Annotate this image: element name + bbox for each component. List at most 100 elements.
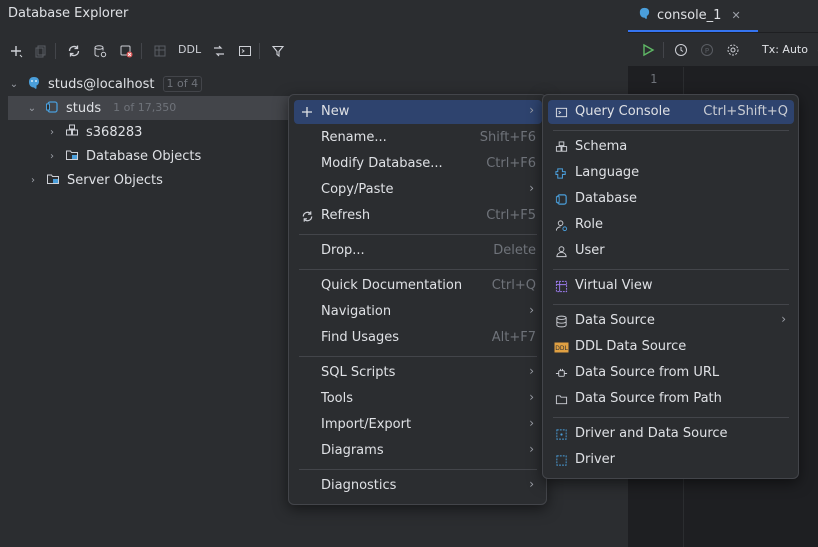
editor-tab-bar: console_1 ✕ bbox=[628, 0, 818, 33]
menu-item-tools[interactable]: Tools › bbox=[294, 387, 542, 411]
chevron-right-icon[interactable]: › bbox=[46, 127, 58, 138]
folder-icon bbox=[45, 172, 61, 189]
menu-item-new[interactable]: New › bbox=[294, 100, 542, 124]
tab-console[interactable]: console_1 ✕ bbox=[628, 0, 751, 30]
new-submenu: Query Console Ctrl+Shift+Q Schema Langua… bbox=[542, 94, 799, 479]
tree-node-schema[interactable]: › s368283 bbox=[0, 120, 290, 144]
user-icon bbox=[553, 243, 569, 259]
tree-node-data-source[interactable]: ⌄ studs@localhost 1 of 4 bbox=[0, 72, 300, 96]
menu-item-diagrams[interactable]: Diagrams › bbox=[294, 439, 542, 463]
console-icon bbox=[553, 104, 569, 120]
add-icon[interactable] bbox=[5, 40, 27, 62]
submenu-item-virtual-view[interactable]: Virtual View bbox=[548, 274, 794, 298]
tree-node-label: Server Objects bbox=[67, 172, 163, 188]
menu-item-sql-scripts[interactable]: SQL Scripts › bbox=[294, 361, 542, 385]
svg-text:DDL: DDL bbox=[555, 345, 568, 352]
chevron-right-icon: › bbox=[529, 103, 534, 117]
data-source-icon bbox=[553, 313, 569, 329]
explorer-toolbar: DDL bbox=[0, 40, 628, 62]
chevron-right-icon: › bbox=[529, 477, 534, 491]
role-icon bbox=[553, 217, 569, 233]
virtual-view-icon bbox=[553, 278, 569, 294]
tree-node-server-objects[interactable]: › Server Objects bbox=[0, 168, 290, 192]
language-icon bbox=[553, 165, 569, 181]
submenu-item-language[interactable]: Language bbox=[548, 161, 794, 185]
submenu-item-database[interactable]: Database bbox=[548, 187, 794, 211]
transaction-mode-label: Tx: Auto bbox=[762, 43, 808, 56]
menu-item-quick-documentation[interactable]: Quick Documentation Ctrl+Q bbox=[294, 274, 542, 298]
folder-icon bbox=[553, 391, 569, 407]
menu-item-copy-paste[interactable]: Copy/Paste › bbox=[294, 178, 542, 202]
submenu-item-data-source-from-url[interactable]: Data Source from URL bbox=[548, 361, 794, 385]
menu-separator bbox=[299, 269, 537, 270]
chevron-down-icon[interactable]: ⌄ bbox=[26, 103, 38, 114]
submenu-item-user[interactable]: User bbox=[548, 239, 794, 263]
menu-separator bbox=[299, 469, 537, 470]
menu-item-navigation[interactable]: Navigation › bbox=[294, 300, 542, 324]
refresh-icon[interactable] bbox=[63, 40, 85, 62]
tab-label: console_1 bbox=[657, 7, 722, 23]
filter-icon[interactable] bbox=[267, 40, 289, 62]
submenu-item-schema[interactable]: Schema bbox=[548, 135, 794, 159]
menu-separator bbox=[299, 234, 537, 235]
table-icon[interactable] bbox=[149, 40, 171, 62]
panel-title: Database Explorer bbox=[8, 6, 129, 21]
tree-node-label: studs bbox=[66, 100, 102, 116]
database-icon bbox=[44, 100, 60, 117]
data-source-properties-icon[interactable] bbox=[89, 40, 111, 62]
menu-item-refresh[interactable]: Refresh Ctrl+F5 bbox=[294, 204, 542, 228]
chevron-right-icon: › bbox=[529, 416, 534, 430]
schema-icon bbox=[553, 139, 569, 155]
menu-separator bbox=[553, 304, 789, 305]
menu-separator bbox=[553, 269, 789, 270]
transaction-mode-dropdown[interactable]: Tx: Auto ⌄ bbox=[762, 43, 818, 56]
submenu-item-data-source-from-path[interactable]: Data Source from Path bbox=[548, 387, 794, 411]
chevron-right-icon: › bbox=[529, 442, 534, 456]
submenu-item-data-source[interactable]: Data Source › bbox=[548, 309, 794, 333]
count-badge: 1 of 4 bbox=[162, 76, 203, 92]
menu-item-drop[interactable]: Drop... Delete bbox=[294, 239, 542, 263]
menu-item-import-export[interactable]: Import/Export › bbox=[294, 413, 542, 437]
tree-node-label: Database Objects bbox=[86, 148, 202, 164]
chevron-right-icon[interactable]: › bbox=[27, 175, 39, 186]
ddl-button[interactable]: DDL bbox=[178, 43, 201, 56]
submenu-item-ddl-data-source[interactable]: DDL DDL Data Source bbox=[548, 335, 794, 359]
menu-item-diagnostics[interactable]: Diagnostics › bbox=[294, 474, 542, 498]
menu-separator bbox=[553, 130, 789, 131]
console-icon[interactable] bbox=[234, 40, 256, 62]
jump-to-query-console-icon[interactable] bbox=[208, 40, 230, 62]
plus-icon bbox=[299, 104, 315, 120]
submenu-item-driver[interactable]: Driver bbox=[548, 448, 794, 472]
disconnect-icon[interactable] bbox=[115, 40, 137, 62]
chevron-right-icon: › bbox=[529, 390, 534, 404]
tree-node-label: s368283 bbox=[86, 124, 143, 140]
submenu-item-query-console[interactable]: Query Console Ctrl+Shift+Q bbox=[548, 100, 794, 124]
ddl-icon: DDL bbox=[553, 339, 569, 355]
tree-node-database-objects[interactable]: › Database Objects bbox=[0, 144, 290, 168]
postgresql-icon bbox=[26, 76, 42, 93]
menu-separator bbox=[553, 417, 789, 418]
folder-icon bbox=[64, 148, 80, 165]
driver-icon bbox=[553, 452, 569, 468]
close-icon[interactable]: ✕ bbox=[731, 9, 740, 22]
context-menu: New › Rename... Shift+F6 Modify Database… bbox=[288, 94, 547, 505]
menu-item-find-usages[interactable]: Find Usages Alt+F7 bbox=[294, 326, 542, 350]
submenu-item-driver-and-data-source[interactable]: Driver and Data Source bbox=[548, 422, 794, 446]
database-icon bbox=[553, 191, 569, 207]
chevron-right-icon: › bbox=[529, 181, 534, 195]
copy-icon[interactable] bbox=[30, 40, 52, 62]
chevron-right-icon[interactable]: › bbox=[46, 151, 58, 162]
run-icon[interactable] bbox=[639, 41, 657, 59]
menu-item-modify-database[interactable]: Modify Database... Ctrl+F6 bbox=[294, 152, 542, 176]
postgresql-icon bbox=[638, 7, 651, 24]
refresh-icon bbox=[299, 208, 315, 224]
chevron-down-icon[interactable]: ⌄ bbox=[8, 79, 20, 90]
chevron-right-icon: › bbox=[529, 303, 534, 317]
history-icon[interactable] bbox=[672, 41, 690, 59]
gear-icon[interactable] bbox=[724, 41, 742, 59]
menu-item-rename[interactable]: Rename... Shift+F6 bbox=[294, 126, 542, 150]
tree-node-database[interactable]: ⌄ studs 1 of 17,350 bbox=[8, 96, 290, 120]
submenu-item-role[interactable]: Role bbox=[548, 213, 794, 237]
editor-toolbar: P Tx: Auto ⌄ bbox=[628, 33, 818, 67]
pause-icon[interactable]: P bbox=[698, 41, 716, 59]
